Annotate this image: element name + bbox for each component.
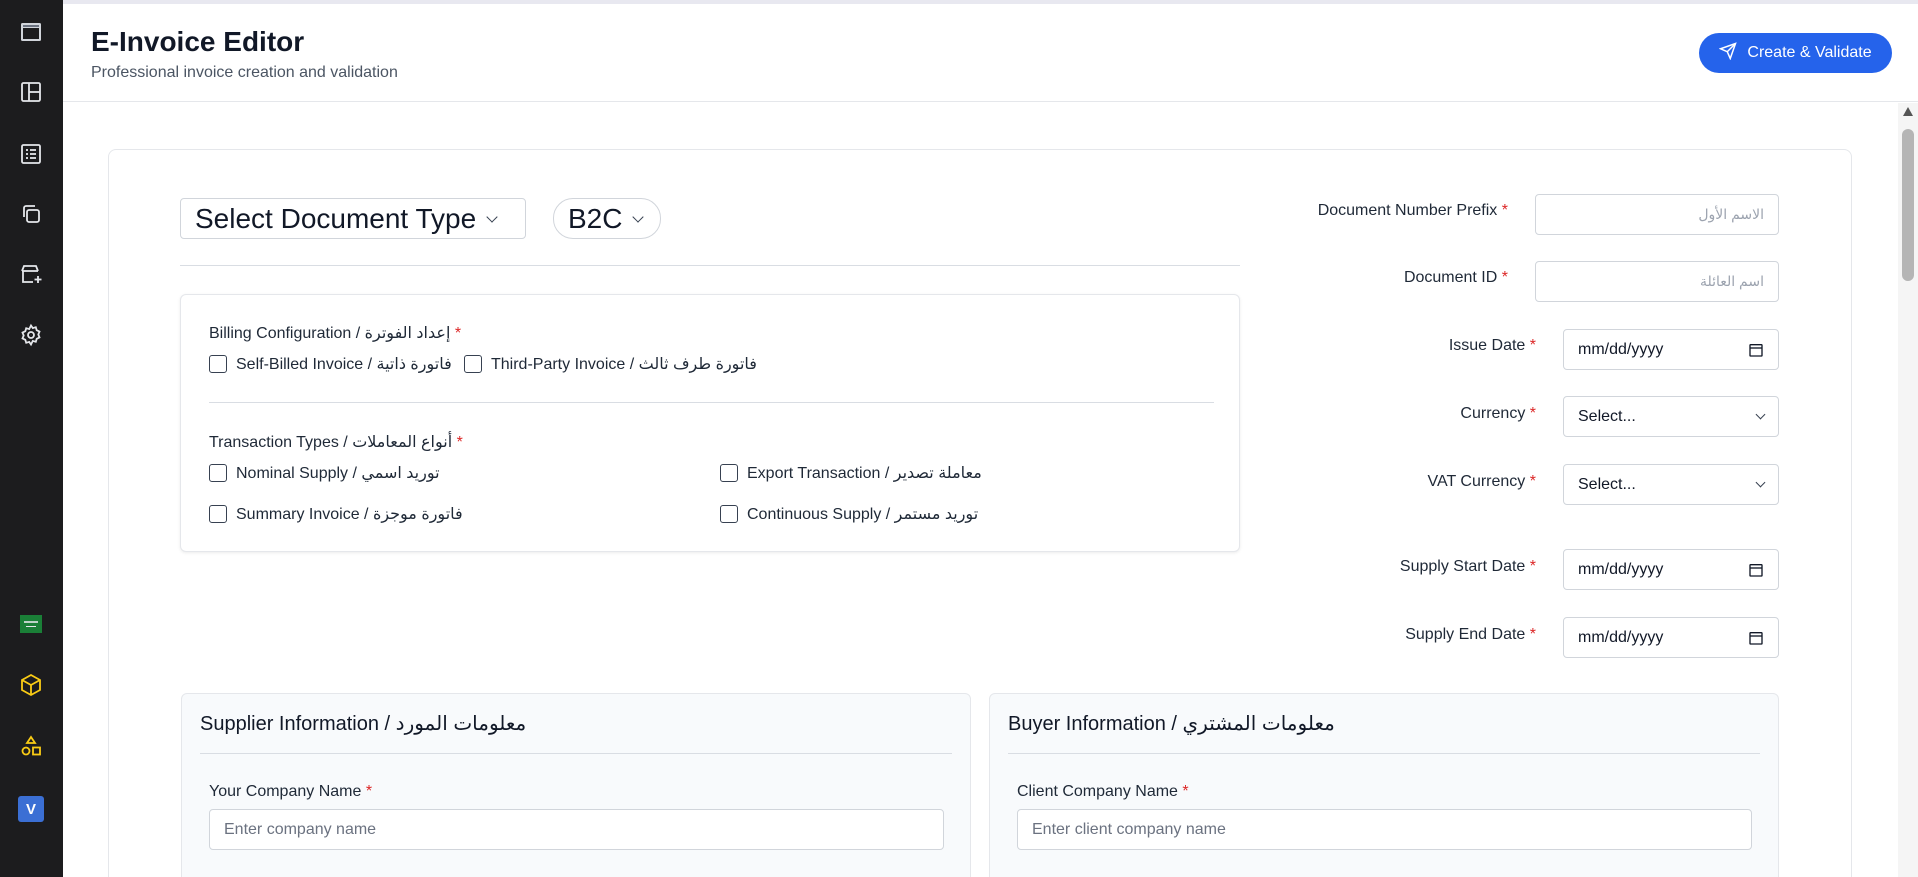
checkbox-label: Nominal Supply / توريد اسمي bbox=[236, 465, 440, 482]
document-id-input[interactable]: اسم العائلة bbox=[1535, 261, 1779, 302]
send-icon bbox=[1718, 41, 1738, 65]
currency-value: Select... bbox=[1578, 407, 1636, 425]
saudi-flag-icon[interactable] bbox=[16, 609, 46, 639]
checkbox-label: Self-Billed Invoice / فاتورة ذاتية bbox=[236, 356, 452, 373]
page-header: E-Invoice Editor Professional invoice cr… bbox=[63, 4, 1918, 102]
v-badge-label: V bbox=[18, 796, 44, 822]
supply-start-value: mm/dd/yyyy bbox=[1578, 560, 1664, 578]
vat-currency-select[interactable]: Select... bbox=[1563, 464, 1779, 505]
billing-config-label: Billing Configuration / إعداد الفوترة * bbox=[209, 325, 462, 342]
third-party-checkbox[interactable]: Third-Party Invoice / فاتورة طرف ثالث bbox=[464, 354, 757, 374]
client-company-name-input[interactable]: Enter client company name bbox=[1017, 809, 1752, 850]
divider bbox=[1008, 753, 1760, 754]
category-value: B2C bbox=[568, 202, 623, 234]
client-company-name-label: Client Company Name * bbox=[1017, 783, 1189, 800]
currency-select[interactable]: Select... bbox=[1563, 396, 1779, 437]
document-prefix-input[interactable]: الاسم الأول bbox=[1535, 194, 1779, 235]
scroll-up-arrow-icon[interactable] bbox=[1903, 107, 1913, 116]
self-billed-checkbox[interactable]: Self-Billed Invoice / فاتورة ذاتية bbox=[209, 354, 452, 374]
continuous-supply-checkbox[interactable]: Continuous Supply / توريد مستمر bbox=[720, 504, 978, 524]
checkbox-label: Continuous Supply / توريد مستمر bbox=[747, 506, 979, 523]
v-badge[interactable]: V bbox=[16, 794, 46, 824]
window-icon[interactable] bbox=[16, 17, 46, 47]
supply-start-input[interactable]: mm/dd/yyyy bbox=[1563, 549, 1779, 590]
checkbox-label: Export Transaction / معاملة تصدير bbox=[747, 465, 982, 482]
store-add-icon[interactable] bbox=[16, 259, 46, 289]
supply-end-value: mm/dd/yyyy bbox=[1578, 628, 1664, 646]
issue-date-value: mm/dd/yyyy bbox=[1578, 340, 1664, 358]
create-validate-label: Create & Validate bbox=[1747, 44, 1872, 61]
document-type-label: Select Document Type bbox=[195, 202, 477, 234]
currency-label: Currency * bbox=[1460, 405, 1536, 422]
vat-currency-label: VAT Currency * bbox=[1427, 473, 1537, 490]
checkbox-box[interactable] bbox=[209, 505, 227, 523]
chevron-down-icon bbox=[486, 210, 498, 223]
calendar-icon[interactable] bbox=[1748, 630, 1764, 646]
copy-icon[interactable] bbox=[16, 199, 46, 229]
checkbox-box[interactable] bbox=[209, 464, 227, 482]
checkbox-label: Third-Party Invoice / فاتورة طرف ثالث bbox=[491, 356, 757, 373]
supplier-information-panel: Supplier Information / معلومات المورد Yo… bbox=[181, 693, 971, 877]
divider bbox=[180, 265, 1240, 266]
divider bbox=[200, 753, 952, 754]
supply-start-label: Supply Start Date * bbox=[1399, 558, 1536, 575]
issue-date-input[interactable]: mm/dd/yyyy bbox=[1563, 329, 1779, 370]
checkbox-box[interactable] bbox=[209, 355, 227, 373]
document-prefix-label: Document Number Prefix * bbox=[1317, 202, 1508, 219]
summary-invoice-checkbox[interactable]: Summary Invoice / فاتورة موجزة bbox=[209, 504, 463, 524]
create-validate-button[interactable]: Create & Validate bbox=[1699, 33, 1892, 73]
transaction-types-label: Transaction Types / أنواع المعاملات * bbox=[209, 434, 463, 451]
checkbox-box[interactable] bbox=[464, 355, 482, 373]
divider bbox=[209, 402, 1214, 403]
chevron-down-icon bbox=[632, 210, 645, 223]
category-select[interactable]: B2C bbox=[553, 198, 661, 239]
checkbox-box[interactable] bbox=[720, 505, 738, 523]
page-subtitle: Professional invoice creation and valida… bbox=[91, 64, 398, 81]
export-transaction-checkbox[interactable]: Export Transaction / معاملة تصدير bbox=[720, 463, 982, 483]
page-title: E-Invoice Editor bbox=[91, 26, 305, 57]
shapes-icon[interactable] bbox=[16, 731, 46, 761]
issue-date-label: Issue Date * bbox=[1448, 337, 1536, 354]
gear-icon[interactable] bbox=[16, 320, 46, 350]
supply-end-label: Supply End Date * bbox=[1405, 626, 1536, 643]
company-name-input[interactable]: Enter company name bbox=[209, 809, 944, 850]
cube-icon[interactable] bbox=[16, 670, 46, 700]
layout-icon[interactable] bbox=[16, 77, 46, 107]
list-icon[interactable] bbox=[16, 139, 46, 169]
chevron-down-icon bbox=[1755, 409, 1766, 420]
scrollbar[interactable] bbox=[1898, 103, 1918, 877]
scrollbar-thumb[interactable] bbox=[1902, 129, 1914, 281]
chevron-down-icon bbox=[1755, 477, 1766, 488]
document-type-select[interactable]: Select Document Type bbox=[180, 198, 526, 239]
checkbox-box[interactable] bbox=[720, 464, 738, 482]
checkbox-label: Summary Invoice / فاتورة موجزة bbox=[236, 506, 463, 523]
calendar-icon[interactable] bbox=[1748, 342, 1764, 358]
supply-end-input[interactable]: mm/dd/yyyy bbox=[1563, 617, 1779, 658]
buyer-title: Buyer Information / معلومات المشتري bbox=[1008, 713, 1335, 735]
vat-currency-value: Select... bbox=[1578, 475, 1636, 493]
company-name-label: Your Company Name * bbox=[209, 783, 373, 800]
document-id-label: Document ID * bbox=[1403, 269, 1508, 286]
nominal-supply-checkbox[interactable]: Nominal Supply / توريد اسمي bbox=[209, 463, 440, 483]
buyer-information-panel: Buyer Information / معلومات المشتري Clie… bbox=[989, 693, 1779, 877]
sidebar: V bbox=[0, 0, 63, 877]
supplier-title: Supplier Information / معلومات المورد bbox=[200, 713, 527, 735]
calendar-icon[interactable] bbox=[1748, 562, 1764, 578]
